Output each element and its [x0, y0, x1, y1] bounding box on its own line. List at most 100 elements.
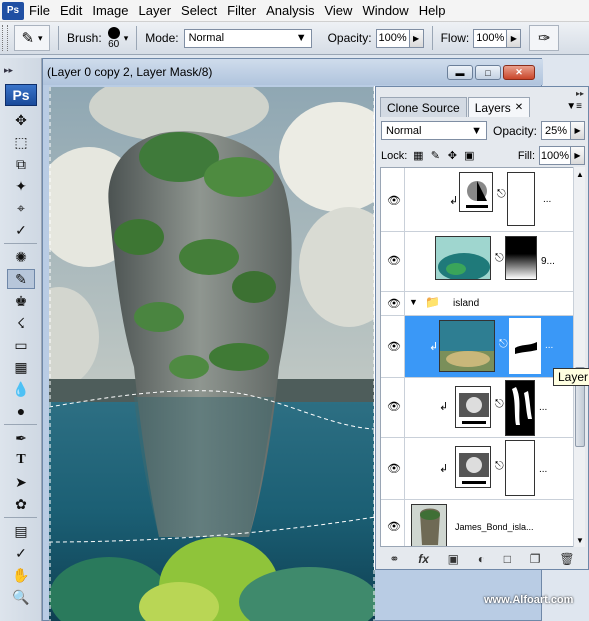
lasso-tool-icon[interactable]: ⧉: [7, 154, 35, 174]
layers-scrollbar[interactable]: ▲ ▼: [573, 167, 585, 547]
flow-input[interactable]: 100%: [473, 28, 508, 48]
healing-brush-tool-icon[interactable]: ✺: [7, 247, 35, 267]
blur-tool-icon[interactable]: 💧: [7, 379, 35, 399]
airbrush-toggle[interactable]: ✑: [529, 25, 560, 51]
group-name: island: [453, 298, 480, 309]
menu-filter[interactable]: Filter: [222, 0, 261, 22]
menu-view[interactable]: View: [319, 0, 357, 22]
new-layer-icon[interactable]: ❐: [530, 552, 541, 566]
eye-icon[interactable]: 👁: [387, 194, 401, 207]
menu-select[interactable]: Select: [176, 0, 222, 22]
eyedropper-tool-icon[interactable]: ✓: [7, 220, 35, 240]
magic-wand-tool-icon[interactable]: ✦: [7, 176, 35, 196]
layer-opacity-slider-button[interactable]: ▶: [571, 121, 586, 140]
adjustment-icon: [466, 181, 488, 208]
layer-opacity-input[interactable]: 25%: [541, 121, 572, 140]
close-button[interactable]: ✕: [503, 65, 535, 80]
gradient-tool-icon[interactable]: ▦: [7, 357, 35, 377]
move-tool-icon[interactable]: ✥: [7, 110, 35, 130]
menu-help[interactable]: Help: [414, 0, 451, 22]
document-canvas[interactable]: [49, 87, 375, 621]
lock-row: Lock: ▦ ✎ ✥ ▣ Fill: 100% ▶: [381, 146, 585, 165]
menu-edit[interactable]: Edit: [55, 0, 87, 22]
menu-window[interactable]: Window: [357, 0, 413, 22]
eye-icon[interactable]: 👁: [387, 400, 401, 413]
maximize-button[interactable]: □: [475, 65, 501, 80]
eye-icon[interactable]: 👁: [387, 520, 401, 533]
crop-tool-icon[interactable]: ⌖: [7, 198, 35, 218]
tab-clone-source[interactable]: Clone Source: [380, 97, 467, 117]
toolbox-collapse[interactable]: ▸▸: [0, 58, 41, 82]
eye-icon[interactable]: 👁: [387, 462, 401, 475]
layer-image: [412, 505, 446, 546]
scroll-down-icon[interactable]: ▼: [574, 533, 586, 547]
layer-row[interactable]: 👁 ↲ ‍⎋ ...: [381, 168, 573, 232]
eye-icon[interactable]: 👁: [387, 340, 401, 353]
layer-row[interactable]: 👁 ↲ ⎋ ...: [381, 438, 573, 500]
clone-stamp-tool-icon[interactable]: ♚: [7, 291, 35, 311]
brush-tool-preset-picker[interactable]: ✎ ▾: [14, 25, 50, 51]
lock-pixels-icon[interactable]: ✎: [429, 150, 441, 162]
divider: [4, 517, 37, 518]
lock-transparency-icon[interactable]: ▦: [412, 150, 424, 162]
type-tool-icon[interactable]: T: [7, 450, 35, 470]
pen-tool-icon[interactable]: ✒: [7, 428, 35, 448]
menu-image[interactable]: Image: [87, 0, 133, 22]
path-selection-tool-icon[interactable]: ➤: [7, 472, 35, 492]
mode-select[interactable]: Normal ▼: [183, 28, 312, 48]
hand-tool-icon[interactable]: ✋: [7, 565, 35, 585]
menu-analysis[interactable]: Analysis: [261, 0, 319, 22]
scroll-up-icon[interactable]: ▲: [574, 167, 586, 181]
link-layers-icon[interactable]: ⚭: [389, 552, 399, 566]
layer-group-row[interactable]: 👁 ▼ 📁 island: [381, 292, 573, 316]
layer-row-selected[interactable]: 👁 ↲ ⎋ ...: [381, 316, 573, 378]
layer-row[interactable]: 👁 ↲ ⎋ ...: [381, 378, 573, 438]
new-group-icon[interactable]: □: [504, 552, 511, 566]
brush-tool-icon[interactable]: ✎: [7, 269, 35, 289]
chevron-down-icon[interactable]: ▾: [124, 33, 129, 44]
lock-position-icon[interactable]: ✥: [446, 150, 458, 162]
options-grip[interactable]: [2, 25, 8, 51]
group-expand-icon[interactable]: ▼: [409, 297, 418, 307]
dodge-tool-icon[interactable]: ●: [7, 401, 35, 421]
menu-layer[interactable]: Layer: [134, 0, 177, 22]
layer-mask-thumbnail: [509, 318, 541, 374]
tab-layers[interactable]: Layers ✕: [467, 97, 531, 117]
document-title-bar[interactable]: (Layer 0 copy 2, Layer Mask/8) ▬ □ ✕: [43, 59, 543, 85]
tooltip: Layer: [553, 368, 589, 386]
layer-row[interactable]: 👁 James_Bond_isla...: [381, 500, 573, 546]
notes-tool-icon[interactable]: ▤: [7, 521, 35, 541]
panel-menu-icon[interactable]: ▼≡: [566, 101, 582, 112]
fill-input[interactable]: 100%: [539, 146, 571, 165]
minimize-button[interactable]: ▬: [447, 65, 473, 80]
layer-style-icon[interactable]: fx: [418, 552, 429, 566]
opacity-input[interactable]: 100%: [375, 28, 410, 48]
layer-thumbnail: [459, 172, 493, 212]
layer-thumbnail: [455, 446, 491, 488]
mask-shape: [512, 387, 532, 425]
eye-icon[interactable]: 👁: [387, 254, 401, 267]
eye-icon[interactable]: 👁: [387, 297, 401, 310]
zoom-tool-icon[interactable]: 🔍: [7, 587, 35, 607]
history-brush-tool-icon[interactable]: ☇: [7, 313, 35, 333]
eyedropper-sample-tool-icon[interactable]: ✓: [7, 543, 35, 563]
opacity-slider-button[interactable]: ▶: [409, 28, 424, 48]
eraser-tool-icon[interactable]: ▭: [7, 335, 35, 355]
toolbox: ▸▸ Ps ✥ ⬚ ⧉ ✦ ⌖ ✓ ✺ ✎ ♚ ☇ ▭ ▦ 💧 ● ✒ T ➤ …: [0, 58, 42, 621]
layer-name: ...: [539, 464, 548, 475]
trash-icon[interactable]: 🗑: [559, 552, 574, 566]
menu-file[interactable]: File: [24, 0, 55, 22]
flow-slider-button[interactable]: ▶: [507, 28, 522, 48]
custom-shape-tool-icon[interactable]: ✿: [7, 494, 35, 514]
lock-all-icon[interactable]: ▣: [463, 150, 475, 162]
blend-mode-select[interactable]: Normal ▼: [381, 121, 487, 140]
fill-slider-button[interactable]: ▶: [571, 146, 585, 165]
new-adjustment-layer-icon[interactable]: ◐: [478, 552, 485, 566]
close-icon[interactable]: ✕: [515, 102, 523, 113]
layer-row[interactable]: 👁 ⎋ 9...: [381, 232, 573, 292]
marquee-tool-icon[interactable]: ⬚: [7, 132, 35, 152]
add-mask-icon[interactable]: ▣: [448, 552, 459, 566]
brush-picker[interactable]: 60: [107, 26, 120, 50]
panel-collapse-icon[interactable]: ▸▸: [576, 89, 584, 98]
layer-name: ...: [543, 194, 552, 205]
